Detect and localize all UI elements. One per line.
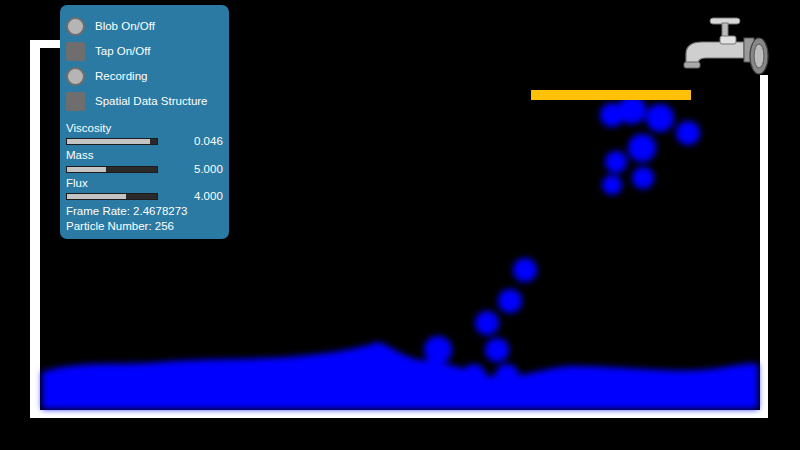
control-panel: Blob On/Off Tap On/Off Recording Spatial Da…	[60, 5, 229, 239]
slider-value: 0.046	[194, 135, 223, 148]
slider-row: 4.000	[66, 190, 223, 203]
toggle-checkbox[interactable]	[66, 67, 85, 86]
slider-track[interactable]	[66, 193, 158, 200]
slider-label: Viscosity	[66, 122, 223, 135]
slider-group: Viscosity0.046Mass5.000Flux4.000	[66, 122, 223, 203]
stat-text: Frame Rate: 2.4678273	[66, 205, 223, 218]
toggle-row[interactable]: Recording	[66, 64, 223, 89]
slider-control[interactable]: Flux4.000	[66, 177, 223, 203]
slider-control[interactable]: Viscosity0.046	[66, 122, 223, 148]
slider-fill	[67, 194, 126, 199]
slider-row: 5.000	[66, 163, 223, 176]
simulation-canvas: Blob On/Off Tap On/Off Recording Spatial Da…	[0, 0, 800, 450]
slider-value: 5.000	[194, 163, 223, 176]
slider-label: Flux	[66, 177, 223, 190]
toggle-label: Recording	[95, 70, 147, 83]
faucet-icon[interactable]	[682, 16, 772, 78]
toggle-label: Blob On/Off	[95, 20, 155, 33]
toggle-checkbox[interactable]	[66, 17, 85, 36]
toggle-label: Spatial Data Structure	[95, 95, 208, 108]
tap-outlet-bar	[531, 90, 691, 100]
slider-fill	[67, 139, 150, 144]
slider-row: 0.046	[66, 135, 223, 148]
slider-control[interactable]: Mass5.000	[66, 149, 223, 175]
stat-text: Particle Number: 256	[66, 220, 223, 233]
toggle-row[interactable]: Tap On/Off	[66, 39, 223, 64]
toggle-checkbox[interactable]	[66, 92, 85, 111]
slider-track[interactable]	[66, 138, 158, 145]
toggle-row[interactable]: Spatial Data Structure	[66, 89, 223, 114]
container-wall-right	[760, 75, 768, 418]
container-wall-left	[30, 40, 40, 418]
slider-track[interactable]	[66, 166, 158, 173]
toggle-row[interactable]: Blob On/Off	[66, 14, 223, 39]
toggle-checkbox[interactable]	[66, 42, 85, 61]
container-wall-bottom	[30, 410, 768, 418]
slider-fill	[67, 167, 106, 172]
toggle-label: Tap On/Off	[95, 45, 150, 58]
slider-label: Mass	[66, 149, 223, 162]
slider-value: 4.000	[194, 190, 223, 203]
